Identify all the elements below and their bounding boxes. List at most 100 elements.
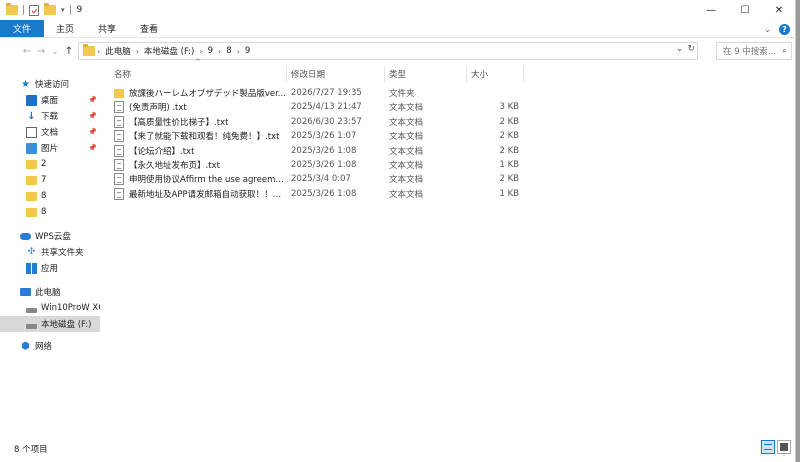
nav-item-drive-f[interactable]: 本地磁盘 (F:): [0, 316, 100, 332]
ribbon-right: ⌄ ?: [764, 24, 790, 35]
table-row[interactable]: 【论坛介绍】.txt 2025/3/26 1:08 文本文档 2 KB: [108, 144, 568, 158]
search-input[interactable]: 在 9 中搜索...: [723, 45, 776, 57]
drive-icon: [26, 307, 37, 313]
column-header-type[interactable]: 类型: [389, 66, 406, 82]
nav-item-shared-folder[interactable]: ✣ 共享文件夹: [0, 244, 100, 260]
nav-wps-cloud[interactable]: WPS云盘: [0, 228, 100, 244]
file-name[interactable]: 【永久地址发布页】.txt: [129, 159, 220, 171]
nav-label: 此电脑: [35, 288, 61, 298]
nav-item-folder-8[interactable]: 8: [0, 188, 100, 204]
table-row[interactable]: 最新地址及APP请发邮箱自动获取！！！... 2025/3/26 1:08 文本文档…: [108, 187, 568, 201]
search-box[interactable]: 在 9 中搜索... ⌕: [716, 42, 792, 60]
chevron-right-icon[interactable]: ›: [136, 47, 139, 56]
nav-item-folder-8-second[interactable]: 8: [0, 204, 100, 220]
file-name[interactable]: 最新地址及APP请发邮箱自动获取！！！...: [129, 188, 286, 200]
chevron-right-icon[interactable]: ›: [199, 47, 202, 56]
file-name-cell[interactable]: 放課後ハーレムオブザデッド製品版ver...: [114, 86, 286, 100]
nav-this-pc[interactable]: 此电脑: [0, 284, 100, 300]
nav-item-apps[interactable]: 应用: [0, 260, 100, 276]
file-name-cell[interactable]: 最新地址及APP请发邮箱自动获取！！！...: [114, 187, 286, 201]
table-row[interactable]: (免责声明) .txt 2025/4/13 21:47 文本文档 3 KB: [108, 100, 568, 114]
search-icon: ⌕: [781, 46, 787, 56]
window-controls: — ☐ ✕: [694, 0, 796, 20]
folder-icon: [26, 160, 37, 169]
nav-label: 文档: [41, 128, 59, 138]
minimize-button[interactable]: —: [694, 0, 728, 20]
table-row[interactable]: 申明使用协议Affirm the use agreemen... 2025/3/4…: [108, 172, 568, 186]
expand-ribbon-button[interactable]: ⌄: [764, 25, 771, 34]
table-row[interactable]: 放課後ハーレムオブザデッド製品版ver... 2026/7/27 19:35 文件夹: [108, 86, 568, 100]
pin-icon: 📌: [88, 112, 97, 120]
nav-label: 快速访问: [35, 80, 70, 90]
file-name-cell[interactable]: 【高质量性价比梯子】.txt: [114, 115, 286, 129]
nav-network[interactable]: ⬢ 网络: [0, 338, 100, 354]
column-header-date[interactable]: 修改日期: [291, 66, 325, 82]
back-button[interactable]: ←: [20, 46, 34, 57]
column-divider[interactable]: [523, 66, 524, 82]
column-divider[interactable]: [286, 66, 287, 82]
address-dropdown-button[interactable]: ⌄: [676, 44, 684, 54]
tab-file[interactable]: 文件: [0, 20, 45, 37]
folder-icon: [6, 3, 18, 15]
file-name-cell[interactable]: 【永久地址发布页】.txt: [114, 158, 286, 172]
chevron-right-icon[interactable]: ›: [97, 47, 100, 56]
file-name[interactable]: 【高质量性价比梯子】.txt: [129, 116, 228, 128]
file-type: 文本文档: [389, 161, 424, 171]
breadcrumb-folder-9-current[interactable]: 9: [245, 46, 250, 56]
forward-button[interactable]: →: [34, 46, 48, 57]
maximize-button[interactable]: ☐: [728, 0, 762, 20]
close-button[interactable]: ✕: [762, 0, 796, 20]
status-bar: 8 个项目: [0, 438, 796, 460]
nav-item-folder-7[interactable]: 7: [0, 172, 100, 188]
nav-item-documents[interactable]: 文档 📌: [0, 124, 100, 140]
nav-item-desktop[interactable]: 桌面 📌: [0, 92, 100, 108]
refresh-button[interactable]: ↻: [687, 44, 695, 54]
table-row[interactable]: 【高质量性价比梯子】.txt 2026/6/30 23:57 文本文档 2 KB: [108, 115, 568, 129]
tab-home[interactable]: 主页: [44, 20, 86, 37]
column-divider[interactable]: [384, 66, 385, 82]
table-row[interactable]: 【永久地址发布页】.txt 2025/3/26 1:08 文本文档 1 KB: [108, 158, 568, 172]
ribbon-tabs: 文件 主页 共享 查看 ⌄ ?: [0, 20, 796, 38]
nav-quick-access[interactable]: ★ 快速访问: [0, 76, 100, 92]
address-bar[interactable]: › 此电脑 › 本地磁盘 (F:) › 9 › 8 › 9 ⌄ ↻: [78, 42, 698, 60]
up-button[interactable]: ↑: [62, 46, 76, 57]
file-name-cell[interactable]: 【论坛介绍】.txt: [114, 144, 286, 158]
customize-toolbar-dropdown[interactable]: ▾: [61, 6, 65, 14]
breadcrumb-folder-8[interactable]: 8: [226, 46, 231, 56]
column-divider[interactable]: [466, 66, 467, 82]
new-folder-icon[interactable]: [44, 3, 56, 15]
table-row[interactable]: 【来了就能下载和观看！纯免费！】.txt 2025/3/26 1:07 文本文档 2 …: [108, 129, 568, 143]
column-header-size[interactable]: 大小: [471, 66, 488, 82]
details-view-button[interactable]: [761, 440, 775, 454]
chevron-right-icon[interactable]: ›: [218, 47, 221, 56]
network-icon: ⬢: [21, 340, 30, 352]
tab-view[interactable]: 查看: [128, 20, 170, 37]
recent-locations-button[interactable]: ⌄: [48, 47, 62, 56]
nav-label: 本地磁盘 (F:): [41, 320, 92, 330]
column-header-name[interactable]: 名称: [114, 66, 131, 82]
help-icon[interactable]: ?: [779, 24, 790, 35]
properties-icon[interactable]: [29, 4, 39, 16]
file-name[interactable]: 【来了就能下载和观看！纯免费！】.txt: [129, 130, 279, 142]
file-date: 2025/3/26 1:08: [291, 145, 357, 156]
file-name[interactable]: (免责声明) .txt: [129, 101, 187, 113]
file-name-cell[interactable]: 【来了就能下载和观看！纯免费！】.txt: [114, 129, 286, 143]
breadcrumb-folder-9[interactable]: 9: [208, 46, 213, 56]
nav-item-drive-c[interactable]: Win10ProW X6: [0, 300, 100, 316]
file-name-cell[interactable]: (免责声明) .txt: [114, 100, 286, 114]
file-name-cell[interactable]: 申明使用协议Affirm the use agreemen...: [114, 172, 286, 186]
file-name[interactable]: 放課後ハーレムオブザデッド製品版ver...: [129, 87, 286, 99]
large-icons-view-button[interactable]: [777, 440, 791, 454]
file-date: 2026/6/30 23:57: [291, 116, 362, 127]
tab-share[interactable]: 共享: [86, 20, 128, 37]
chevron-right-icon[interactable]: ›: [237, 47, 240, 56]
nav-item-downloads[interactable]: ↓ 下载 📌: [0, 108, 100, 124]
breadcrumb-this-pc[interactable]: 此电脑: [105, 45, 131, 57]
nav-item-folder-2[interactable]: 2: [0, 156, 100, 172]
nav-item-pictures[interactable]: 图片 📌: [0, 140, 100, 156]
folder-icon: [83, 44, 95, 56]
breadcrumb-drive-f[interactable]: 本地磁盘 (F:): [144, 45, 194, 57]
share-icon: ✣: [27, 246, 36, 257]
file-name[interactable]: 申明使用协议Affirm the use agreemen...: [129, 173, 286, 185]
file-name[interactable]: 【论坛介绍】.txt: [129, 145, 194, 157]
